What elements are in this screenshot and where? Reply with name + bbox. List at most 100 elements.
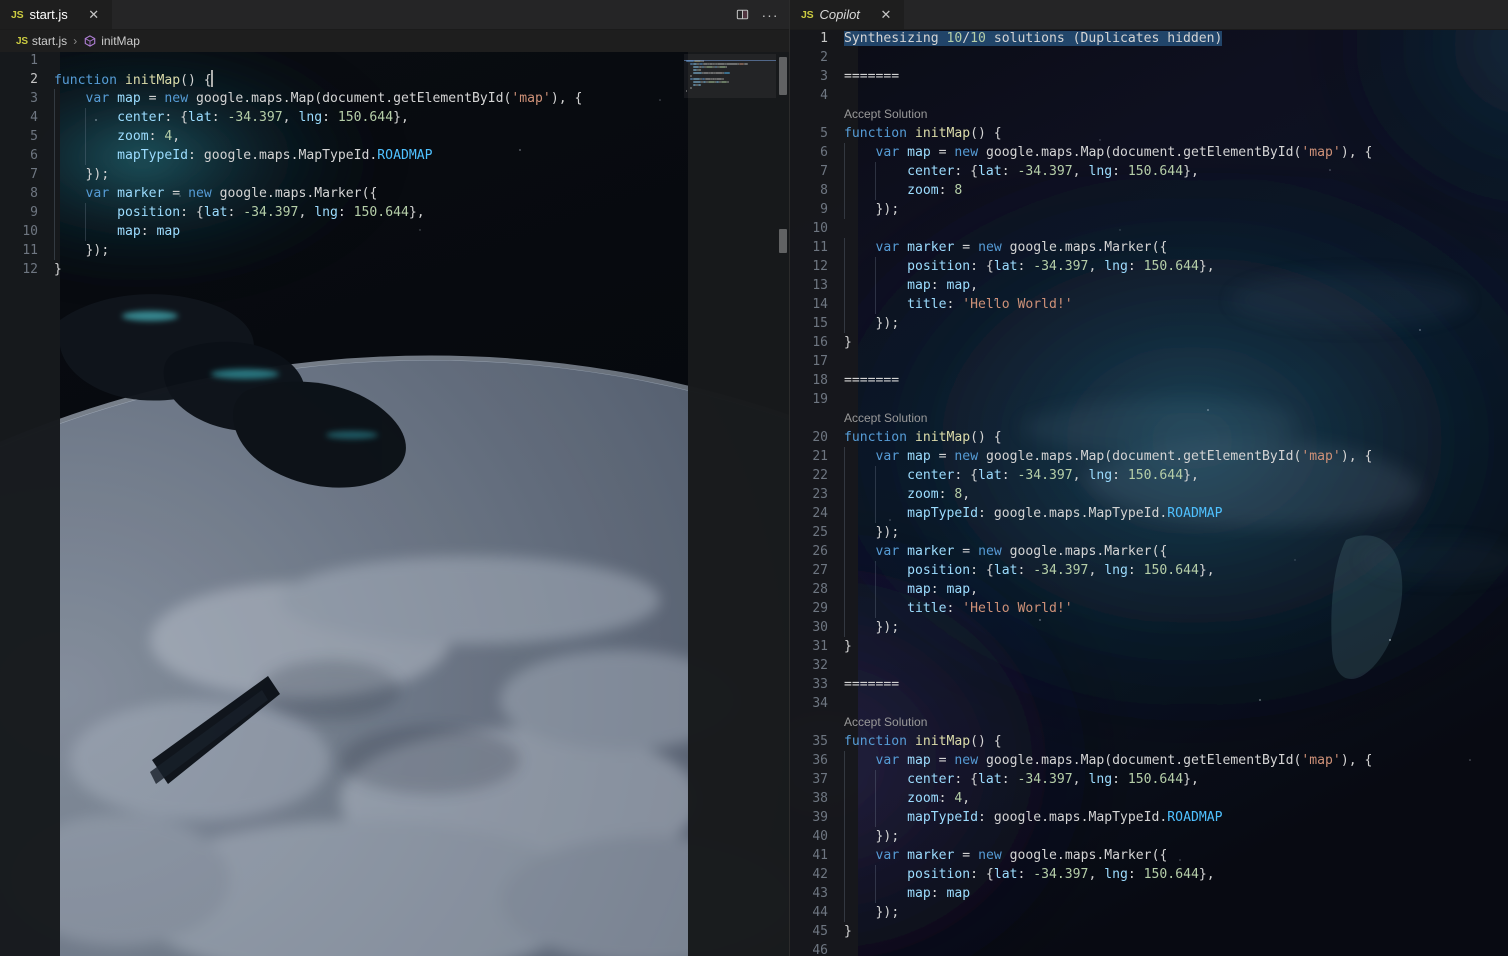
code-line[interactable]: 23 zoom: 8, [790,485,1508,504]
accept-solution-codelens[interactable]: 0Accept Solution [790,409,1508,428]
code-line[interactable]: 39 mapTypeId: google.maps.MapTypeId.ROAD… [790,808,1508,827]
tab-copilot[interactable]: JS Copilot ✕ [790,0,905,29]
code-line[interactable]: 34 [790,694,1508,713]
accept-solution-link[interactable]: Accept Solution [844,715,927,729]
code-line[interactable]: 42 position: {lat: -34.397, lng: 150.644… [790,865,1508,884]
breadcrumb-file[interactable]: start.js [32,34,67,48]
scrollbar-thumb-secondary[interactable] [779,229,787,253]
code-line[interactable]: 33 ======= [790,675,1508,694]
editor-scrollbar-left[interactable] [776,51,790,956]
token: () { [970,734,1002,749]
token: Map [1080,145,1105,160]
code-line[interactable]: 14 title: 'Hello World!' [790,295,1508,314]
breadcrumb-symbol[interactable]: initMap [101,34,140,48]
code-line[interactable]: 16} [790,333,1508,352]
code-line[interactable]: 10 map: map [0,222,790,241]
code-line[interactable]: 18 ======= [790,371,1508,390]
code-line[interactable]: 6 var map = new google.maps.Map(document… [790,143,1508,162]
code-line[interactable]: 12 position: {lat: -34.397, lng: 150.644… [790,257,1508,276]
code-line[interactable]: 46 [790,941,1508,956]
tab-start-js[interactable]: JS start.js ✕ [0,0,113,29]
token: . [1056,240,1065,255]
code-line[interactable]: 40 }); [790,827,1508,846]
token: ======= [844,69,900,84]
code-line[interactable]: 7 center: {lat: -34.397, lng: 150.644}, [790,162,1508,181]
code-editor-left[interactable]: 1 2 function initMap() {3 var map = new go… [0,51,790,956]
line-number: 8 [30,186,38,201]
code-line[interactable]: 8 zoom: 8 [790,181,1508,200]
code-line[interactable]: 17 [790,352,1508,371]
accept-solution-link[interactable]: Accept Solution [844,411,927,425]
tabbar-left: JS start.js ✕ ··· [0,0,790,30]
code-line[interactable]: 13 map: map, [790,276,1508,295]
token: zoom [117,129,149,144]
split-editor-icon[interactable] [732,5,752,25]
code-line[interactable]: 35 function initMap() { [790,732,1508,751]
close-icon[interactable]: ✕ [878,7,894,23]
code-line[interactable]: 27 position: {lat: -34.397, lng: 150.644… [790,561,1508,580]
token: , [970,582,979,597]
code-line[interactable]: 41 var marker = new google.maps.Marker({ [790,846,1508,865]
indent-guide [875,808,877,827]
code-line[interactable]: 12} [0,260,790,279]
code-line[interactable]: 4 center: {lat: -34.397, lng: 150.644}, [0,108,790,127]
code-line[interactable]: 5 zoom: 4, [0,127,790,146]
code-line[interactable]: 6 mapTypeId: google.maps.MapTypeId.ROADM… [0,146,790,165]
code-line[interactable]: 24 mapTypeId: google.maps.MapTypeId.ROAD… [790,504,1508,523]
code-line[interactable]: 26 var marker = new google.maps.Marker({ [790,542,1508,561]
code-text: center: {lat: -34.397, lng: 150.644}, [54,108,790,127]
code-line[interactable]: 7 }); [0,165,790,184]
accept-solution-link[interactable]: Accept Solution [844,107,927,121]
code-line[interactable]: 21 var map = new google.maps.Map(documen… [790,447,1508,466]
token: = [962,240,979,255]
more-actions-icon[interactable]: ··· [760,5,780,25]
accept-solution-codelens[interactable]: 0Accept Solution [790,105,1508,124]
code-line[interactable]: 2 function initMap() { [0,70,790,89]
code-line[interactable]: 3 var map = new google.maps.Map(document… [0,89,790,108]
token: 'map' [511,91,551,106]
code-line[interactable]: 25 }); [790,523,1508,542]
token: : { [180,205,204,220]
code-line[interactable]: 30 }); [790,618,1508,637]
code-line[interactable]: 29 title: 'Hello World!' [790,599,1508,618]
code-text: var marker = new google.maps.Marker({ [844,238,1508,257]
line-number: 1 [820,31,828,46]
token: ROADMAP [1167,810,1223,825]
minimap[interactable] [684,51,776,956]
code-line[interactable]: 4 [790,86,1508,105]
code-line[interactable]: 9 position: {lat: -34.397, lng: 150.644}… [0,203,790,222]
close-icon[interactable]: ✕ [86,7,102,23]
copilot-suggestions-editor[interactable]: 1 Synthesizing 10/10 solutions (Duplicate… [790,29,1508,956]
code-line[interactable]: 5 function initMap() { [790,124,1508,143]
code-line[interactable]: 36 var map = new google.maps.Map(documen… [790,751,1508,770]
token: zoom [907,487,939,502]
code-line[interactable]: 28 map: map, [790,580,1508,599]
indent-guide [875,276,877,295]
code-line[interactable]: 45} [790,922,1508,941]
code-line[interactable]: 19 [790,390,1508,409]
code-line[interactable]: 2 [790,48,1508,67]
code-line[interactable]: 8 var marker = new google.maps.Marker({ [0,184,790,203]
code-line[interactable]: 22 center: {lat: -34.397, lng: 150.644}, [790,466,1508,485]
code-line[interactable]: 9 }); [790,200,1508,219]
accept-solution-codelens[interactable]: 0Accept Solution [790,713,1508,732]
code-line[interactable]: 31} [790,637,1508,656]
code-line[interactable]: 15 }); [790,314,1508,333]
code-line[interactable]: 11 }); [0,241,790,260]
code-line[interactable]: 43 map: map [790,884,1508,903]
code-line[interactable]: 37 center: {lat: -34.397, lng: 150.644}, [790,770,1508,789]
code-line[interactable]: 44 }); [790,903,1508,922]
code-line[interactable]: 1 [0,51,790,70]
code-line[interactable]: 10 [790,219,1508,238]
code-line[interactable]: 38 zoom: 4, [790,789,1508,808]
line-number: 17 [812,354,828,369]
token: , [1072,164,1089,179]
code-line[interactable]: 3 ======= [790,67,1508,86]
editor-group-divider[interactable] [789,0,790,956]
code-line[interactable]: 20 function initMap() { [790,428,1508,447]
code-line[interactable]: 1 Synthesizing 10/10 solutions (Duplicate… [790,29,1508,48]
indent-guide [54,203,55,222]
code-line[interactable]: 32 [790,656,1508,675]
scrollbar-thumb[interactable] [779,57,787,95]
code-line[interactable]: 11 var marker = new google.maps.Marker({ [790,238,1508,257]
